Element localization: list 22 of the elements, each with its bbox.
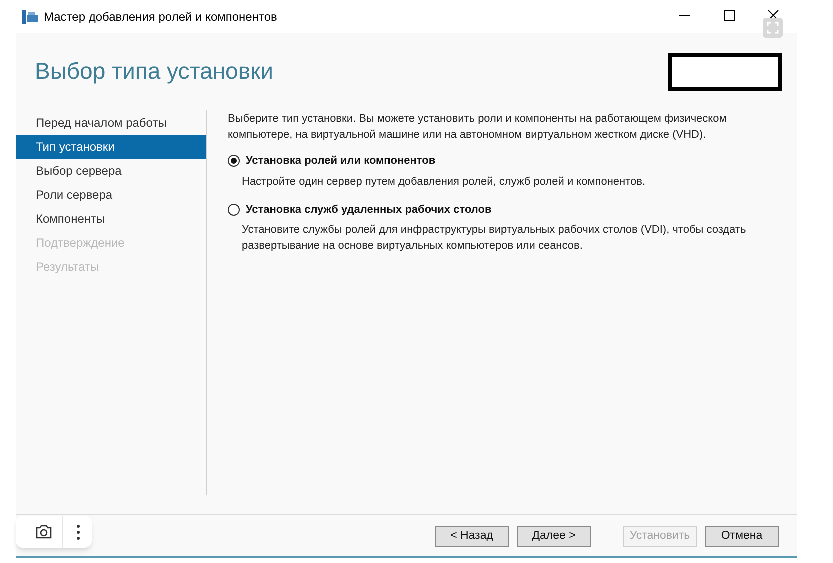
wizard-button[interactable]: Отмена [705,526,779,547]
app-icon [22,10,38,24]
wizard-button[interactable]: Далее > [517,526,591,547]
nav-item[interactable]: Выбор сервера [16,159,206,183]
radio-button[interactable] [228,204,240,216]
nav-item[interactable]: Тип установки [16,135,206,159]
close-icon[interactable] [768,10,779,21]
option-description: Настройте один сервер путем добавления ролей, служб ролей и компонентов. [241,174,647,190]
option-label[interactable]: Установка ролей или компонентов [246,153,436,170]
page-title: Выбор типа установки [35,57,274,86]
nav-item[interactable]: Перед началом работы [16,111,206,135]
wizard-button[interactable]: < Назад [435,526,509,547]
nav-item[interactable]: Роли сервера [16,183,206,207]
nav-item[interactable]: Компоненты [16,207,206,231]
radio-button[interactable] [228,155,240,168]
camera-icon[interactable] [35,524,53,540]
more-icon[interactable] [77,524,80,540]
window-title: Мастер добавления ролей и компонентов [44,8,278,26]
maximize-icon[interactable] [724,10,735,21]
intro-text: Выберите тип установки. Вы можете установить роли и компоненты на работающем физическом компьютере, на виртуальной машине или на автономном виртуальном жестком диске (VHD). [228,112,728,143]
option-label[interactable]: Установка служб удаленных рабочих столов [246,202,492,218]
option-description: Установите службы ролей для инфраструктуры виртуальных рабочих столов (VDI), чтобы создать развертывание на основе виртуальных компьютеров или сеансов. [241,223,748,254]
